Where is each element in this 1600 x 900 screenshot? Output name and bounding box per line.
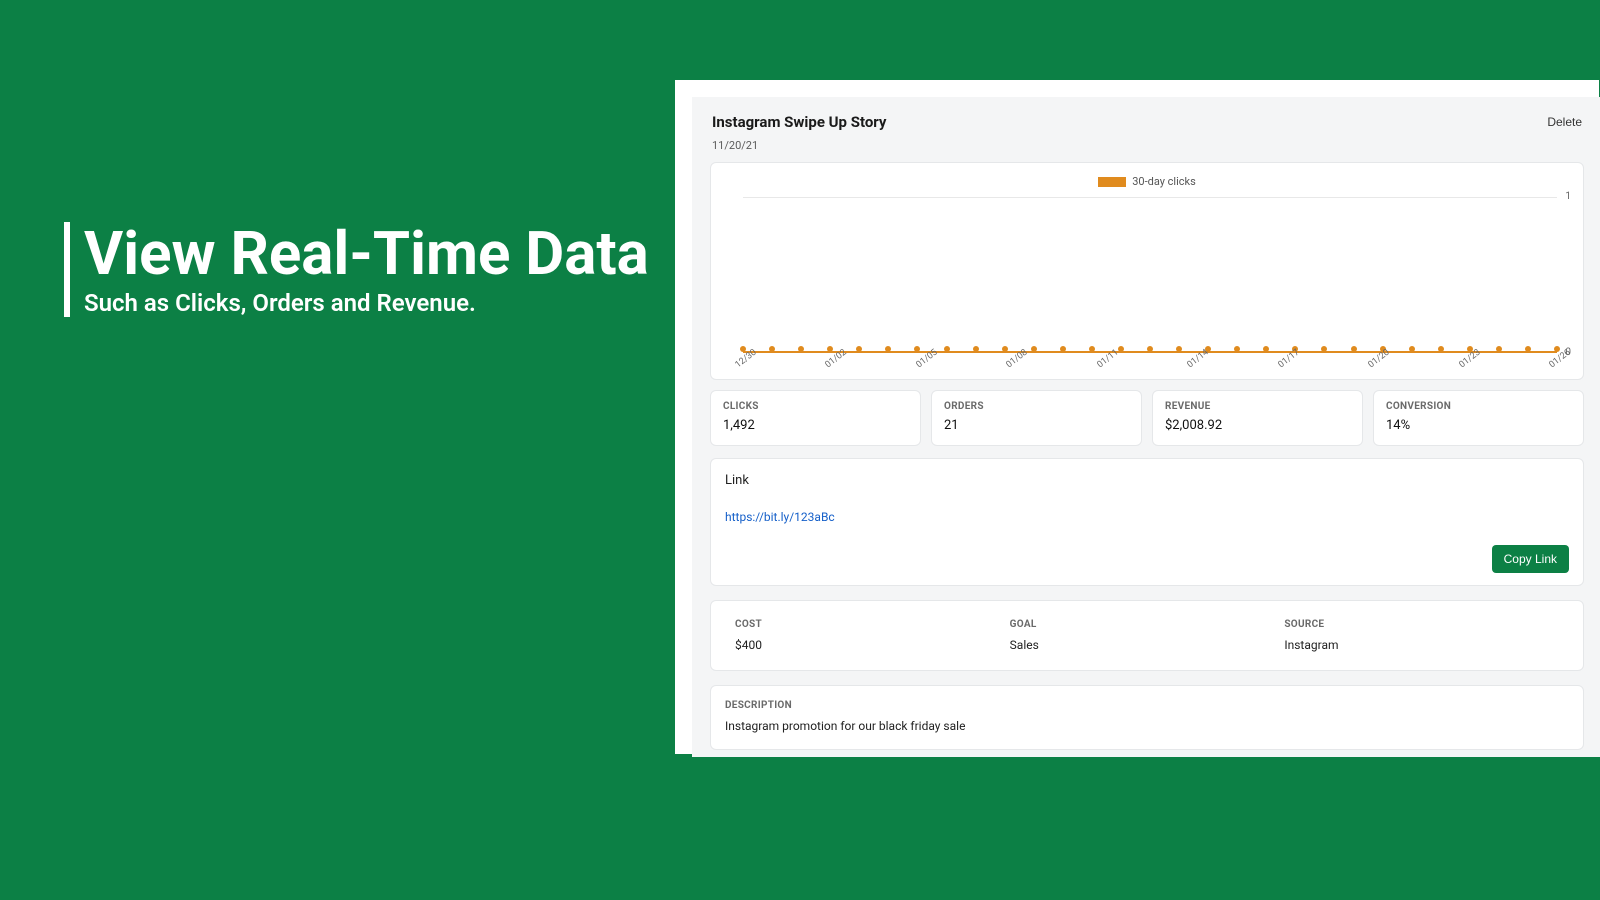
detail-label: GOAL <box>1010 619 1285 630</box>
chart-point <box>740 346 746 352</box>
metric-label: REVENUE <box>1165 401 1350 412</box>
delete-button[interactable]: Delete <box>1547 115 1582 129</box>
chart-point <box>1234 346 1240 352</box>
description-text: Instagram promotion for our black friday… <box>725 719 1569 733</box>
chart-point <box>914 346 920 352</box>
metric-value: 21 <box>944 418 1129 433</box>
chart-point <box>944 346 950 352</box>
chart-point <box>798 346 804 352</box>
details-card: COST $400 GOAL Sales SOURCE Instagram <box>710 600 1584 671</box>
description-card: DESCRIPTION Instagram promotion for our … <box>710 685 1584 750</box>
chart-point <box>1118 346 1124 352</box>
chart-point <box>1031 346 1037 352</box>
chart-point <box>769 346 775 352</box>
chart-point <box>1263 346 1269 352</box>
metric-value: 14% <box>1386 418 1571 433</box>
page-title: Instagram Swipe Up Story <box>712 113 886 131</box>
metric-orders: ORDERS 21 <box>931 390 1142 446</box>
chart-point <box>827 346 833 352</box>
x-tick-label: 12/30 <box>734 348 759 371</box>
detail-value: Sales <box>1010 638 1285 652</box>
app-frame: Instagram Swipe Up Story Delete 11/20/21… <box>675 80 1599 754</box>
metric-clicks: CLICKS 1,492 <box>710 390 921 446</box>
chart-point <box>973 346 979 352</box>
promo-subtitle: Such as Clicks, Orders and Revenue. <box>84 289 649 317</box>
chart-point <box>856 346 862 352</box>
detail-value: $400 <box>735 638 1010 652</box>
metric-revenue: REVENUE $2,008.92 <box>1152 390 1363 446</box>
app-content: Instagram Swipe Up Story Delete 11/20/21… <box>692 97 1600 757</box>
page-header: Instagram Swipe Up Story Delete <box>710 107 1584 139</box>
detail-goal: GOAL Sales <box>1010 619 1285 652</box>
metric-label: CONVERSION <box>1386 401 1571 412</box>
copy-link-button[interactable]: Copy Link <box>1492 545 1569 573</box>
link-heading: Link <box>725 473 1569 488</box>
metric-value: 1,492 <box>723 418 908 433</box>
promo-block: View Real-Time Data Such as Clicks, Orde… <box>64 222 649 317</box>
chart-point <box>1409 346 1415 352</box>
detail-source: SOURCE Instagram <box>1284 619 1559 652</box>
chart-x-labels: 12/3001/0201/0501/0801/1101/1401/1701/20… <box>743 355 1557 375</box>
metric-conversion: CONVERSION 14% <box>1373 390 1584 446</box>
detail-label: SOURCE <box>1284 619 1559 630</box>
legend-swatch-icon <box>1098 177 1126 187</box>
detail-cost: COST $400 <box>735 619 1010 652</box>
detail-value: Instagram <box>1284 638 1559 652</box>
chart-point <box>1554 346 1560 352</box>
chart-point <box>1176 346 1182 352</box>
clicks-chart-card: 30-day clicks 1 0 12/3001/0201/0501/0801… <box>710 162 1584 380</box>
page-date: 11/20/21 <box>710 139 1584 162</box>
detail-label: COST <box>735 619 1010 630</box>
metrics-row: CLICKS 1,492 ORDERS 21 REVENUE $2,008.92… <box>710 390 1584 446</box>
chart-point <box>1496 346 1502 352</box>
link-card: Link https://bit.ly/123aBc Copy Link <box>710 458 1584 586</box>
legend-label: 30-day clicks <box>1132 175 1196 188</box>
chart-point <box>1002 346 1008 352</box>
chart-point <box>1060 346 1066 352</box>
gridline-top <box>743 197 1557 198</box>
metric-label: ORDERS <box>944 401 1129 412</box>
chart-point <box>1147 346 1153 352</box>
chart-point <box>1438 346 1444 352</box>
chart-plot-area: 1 0 12/3001/0201/0501/0801/1101/1401/170… <box>743 197 1557 353</box>
promo-title: View Real-Time Data <box>84 222 649 285</box>
chart-legend: 30-day clicks <box>731 175 1563 188</box>
chart-point <box>1525 346 1531 352</box>
description-label: DESCRIPTION <box>725 700 1569 711</box>
metric-label: CLICKS <box>723 401 908 412</box>
tracking-link[interactable]: https://bit.ly/123aBc <box>725 510 835 524</box>
chart-point <box>1321 346 1327 352</box>
chart-point <box>1351 346 1357 352</box>
y-tick-top: 1 <box>1565 191 1571 202</box>
chart-point <box>885 346 891 352</box>
metric-value: $2,008.92 <box>1165 418 1350 433</box>
chart-point <box>1089 346 1095 352</box>
